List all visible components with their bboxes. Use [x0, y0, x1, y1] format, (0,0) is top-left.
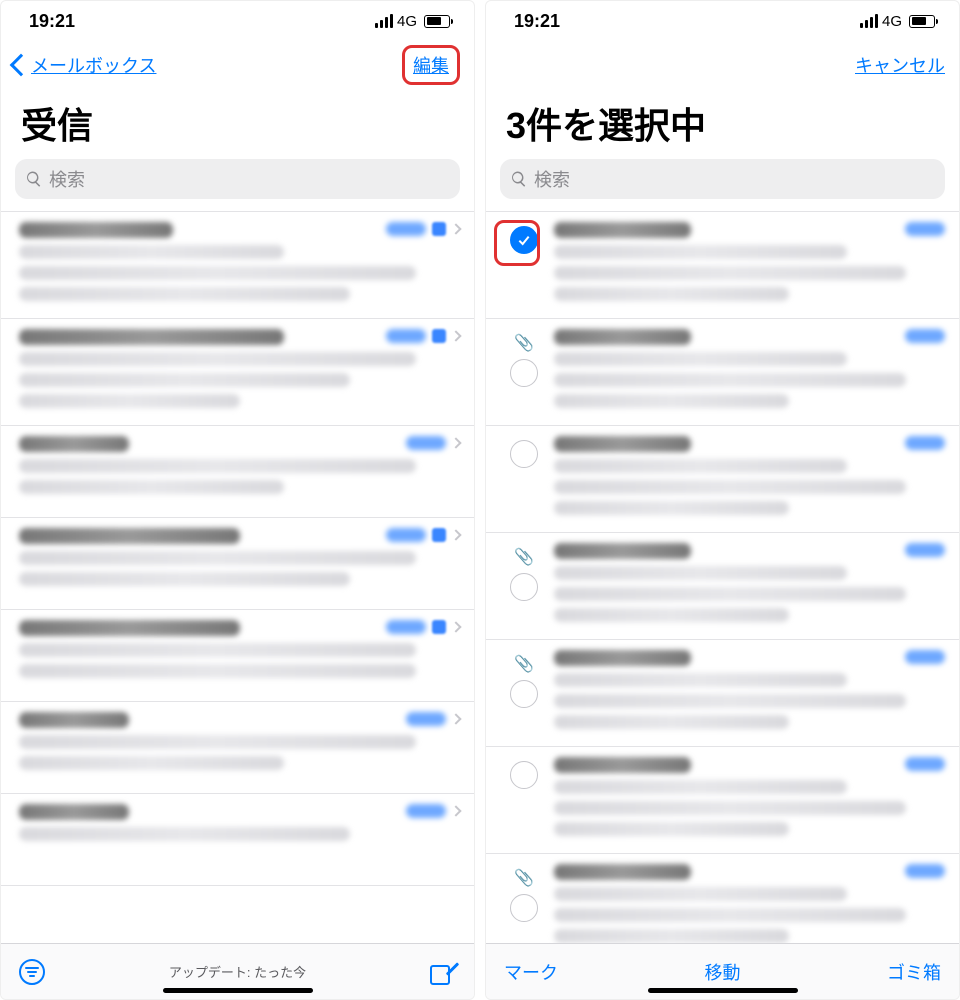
battery-icon [909, 15, 935, 28]
mail-row[interactable]: 📎 [486, 533, 959, 640]
search-container: 検索 [1, 159, 474, 211]
select-checkbox[interactable] [510, 894, 538, 922]
signal-icon [375, 14, 393, 28]
mail-row[interactable]: 📎 [486, 854, 959, 943]
mail-row[interactable]: 📎 [486, 319, 959, 426]
phone-left: 19:21 4G メールボックス 編集 受信 検索 [0, 0, 475, 1000]
select-checkbox[interactable] [510, 573, 538, 601]
back-button[interactable]: メールボックス [7, 52, 156, 78]
mail-row[interactable] [1, 610, 474, 702]
battery-icon [424, 15, 450, 28]
network-label: 4G [882, 13, 902, 30]
chevron-right-icon [450, 330, 461, 341]
page-title: 3件を選択中 [486, 89, 959, 159]
filter-button[interactable] [19, 959, 45, 985]
select-checkbox[interactable] [510, 440, 538, 468]
attachment-icon: 📎 [514, 868, 534, 888]
mail-row[interactable]: 📎 [486, 640, 959, 747]
phone-right: 19:21 4G キャンセル 3件を選択中 検索 📎 📎 📎 📎 マーク 移動 ゴミ箱 [485, 0, 960, 1000]
chevron-right-icon [450, 529, 461, 540]
status-bar: 19:21 4G [486, 1, 959, 41]
status-right: 4G [860, 13, 935, 30]
update-status: アップデート: たった今 [169, 962, 306, 981]
chevron-right-icon [450, 713, 461, 724]
mail-row[interactable] [486, 212, 959, 319]
mail-row[interactable] [1, 518, 474, 610]
move-button[interactable]: 移動 [705, 959, 741, 985]
search-container: 検索 [486, 159, 959, 211]
search-icon [510, 170, 528, 188]
chevron-right-icon [450, 621, 461, 632]
search-input[interactable]: 検索 [15, 159, 460, 199]
mail-row[interactable] [1, 426, 474, 518]
mail-row[interactable] [1, 702, 474, 794]
compose-button[interactable] [430, 959, 456, 985]
search-icon [25, 170, 43, 188]
select-checkbox[interactable] [510, 359, 538, 387]
mark-button[interactable]: マーク [504, 959, 558, 985]
mail-list-edit[interactable]: 📎 📎 📎 📎 [486, 211, 959, 943]
chevron-right-icon [450, 223, 461, 234]
attachment-icon: 📎 [514, 654, 534, 674]
mail-row[interactable] [1, 212, 474, 319]
mail-row[interactable] [1, 319, 474, 426]
chevron-left-icon [10, 54, 33, 77]
status-time: 19:21 [514, 11, 560, 32]
page-title: 受信 [1, 89, 474, 159]
mail-row[interactable] [1, 794, 474, 886]
attachment-icon: 📎 [514, 547, 534, 567]
select-checkbox[interactable] [510, 761, 538, 789]
status-right: 4G [375, 13, 450, 30]
select-checkbox[interactable] [510, 680, 538, 708]
search-input[interactable]: 検索 [500, 159, 945, 199]
trash-button[interactable]: ゴミ箱 [887, 959, 941, 985]
select-checkbox[interactable] [510, 226, 538, 254]
status-bar: 19:21 4G [1, 1, 474, 41]
attachment-icon: 📎 [514, 333, 534, 353]
cancel-button[interactable]: キャンセル [855, 52, 945, 78]
nav-bar: メールボックス 編集 [1, 41, 474, 89]
mail-list[interactable] [1, 211, 474, 943]
edit-highlight: 編集 [402, 45, 460, 85]
search-placeholder: 検索 [534, 166, 570, 192]
chevron-right-icon [450, 805, 461, 816]
network-label: 4G [397, 13, 417, 30]
home-indicator [648, 988, 798, 993]
signal-icon [860, 14, 878, 28]
chevron-right-icon [450, 437, 461, 448]
status-time: 19:21 [29, 11, 75, 32]
mail-row[interactable] [486, 426, 959, 533]
home-indicator [163, 988, 313, 993]
edit-button[interactable]: 編集 [413, 56, 449, 76]
back-label: メールボックス [31, 52, 156, 78]
mail-row[interactable] [486, 747, 959, 854]
search-placeholder: 検索 [49, 166, 85, 192]
nav-bar: キャンセル [486, 41, 959, 89]
